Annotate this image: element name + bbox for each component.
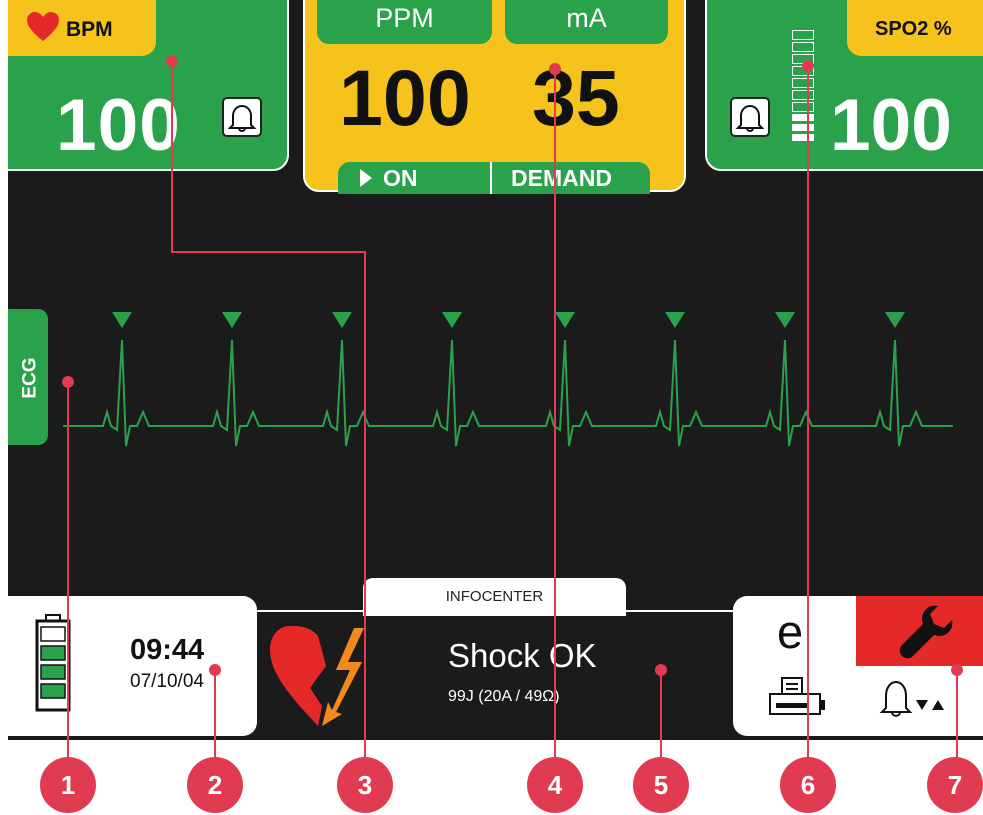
ma-value: 35 xyxy=(532,53,620,142)
ecg-trace xyxy=(63,339,953,447)
infocenter-message: Shock OK xyxy=(448,637,597,674)
tools-panel: e xyxy=(733,596,983,736)
bar-segment xyxy=(792,114,814,121)
callout-line xyxy=(554,68,556,782)
wrench-icon xyxy=(899,605,953,659)
beat-marker-icon xyxy=(665,312,685,328)
heart-rate-value: 100 xyxy=(56,85,181,166)
spo2-panel[interactable]: SPO2 % 100 xyxy=(705,0,983,171)
ma-header: mA xyxy=(505,0,668,44)
spo2-label: SPO2 % xyxy=(875,18,952,40)
callout-line xyxy=(67,382,69,782)
callout-line xyxy=(171,60,173,252)
clock-time: 09:44 xyxy=(130,634,205,666)
ppm-header: PPM xyxy=(317,0,492,44)
monitor-screen: BPM 100 PPM mA 100 35 ON DEMAND SPO2 % 1… xyxy=(8,0,983,740)
printer-icon[interactable] xyxy=(768,676,826,720)
e-mode-icon[interactable]: e xyxy=(777,604,803,659)
hr-alarm-bell-icon[interactable] xyxy=(222,97,262,137)
bar-segment xyxy=(792,124,814,131)
beat-marker-icon xyxy=(775,312,795,328)
callout-1: 1 xyxy=(40,757,96,813)
callout-3: 3 xyxy=(337,757,393,813)
bar-segment xyxy=(792,90,814,100)
beat-marker-icon xyxy=(112,312,132,328)
callout-5: 5 xyxy=(633,757,689,813)
pacer-mode-bar: ON DEMAND xyxy=(338,162,650,194)
ecg-waveform xyxy=(63,312,953,447)
beat-marker-icon xyxy=(555,312,575,328)
ppm-value: 100 xyxy=(339,53,471,142)
bpm-label: BPM xyxy=(66,18,113,41)
beat-marker-icon xyxy=(222,312,242,328)
bar-segment xyxy=(792,102,814,112)
settings-button[interactable] xyxy=(856,596,983,666)
bar-segment xyxy=(792,42,814,52)
bar-segment xyxy=(792,30,814,40)
clock-date: 07/10/04 xyxy=(130,671,204,692)
callout-line xyxy=(807,66,809,782)
pacer-panel[interactable]: PPM mA 100 35 ON DEMAND xyxy=(303,0,686,194)
bar-segment xyxy=(792,134,814,141)
callout-6: 6 xyxy=(780,757,836,813)
heart-rate-panel[interactable]: BPM 100 xyxy=(8,0,289,171)
spo2-tag: SPO2 % xyxy=(847,0,983,56)
callout-2: 2 xyxy=(187,757,243,813)
beat-marker-icon xyxy=(442,312,462,328)
callout-4: 4 xyxy=(527,757,583,813)
bpm-tag: BPM xyxy=(8,0,156,56)
alarm-volume-icon[interactable] xyxy=(878,676,968,720)
play-icon xyxy=(360,169,372,187)
infocenter-divider xyxy=(257,610,742,612)
spo2-value: 100 xyxy=(830,85,952,166)
pacer-demand-button[interactable]: DEMAND xyxy=(511,165,612,192)
callout-line xyxy=(364,251,366,781)
pacer-on-button[interactable]: ON xyxy=(383,165,418,192)
callout-7: 7 xyxy=(927,757,983,813)
defib-heart-shock-icon xyxy=(270,626,364,726)
callout-line xyxy=(171,251,365,253)
bar-segment xyxy=(792,78,814,88)
battery-icon xyxy=(35,614,71,712)
spo2-alarm-bell-icon[interactable] xyxy=(730,97,770,137)
beat-marker-icon xyxy=(885,312,905,328)
heart-icon xyxy=(27,12,59,41)
infocenter-label: INFOCENTER xyxy=(445,588,544,605)
divider xyxy=(490,162,492,194)
infocenter-detail: 99J (20A / 49Ω) xyxy=(448,688,560,705)
beat-marker-icon xyxy=(332,312,352,328)
